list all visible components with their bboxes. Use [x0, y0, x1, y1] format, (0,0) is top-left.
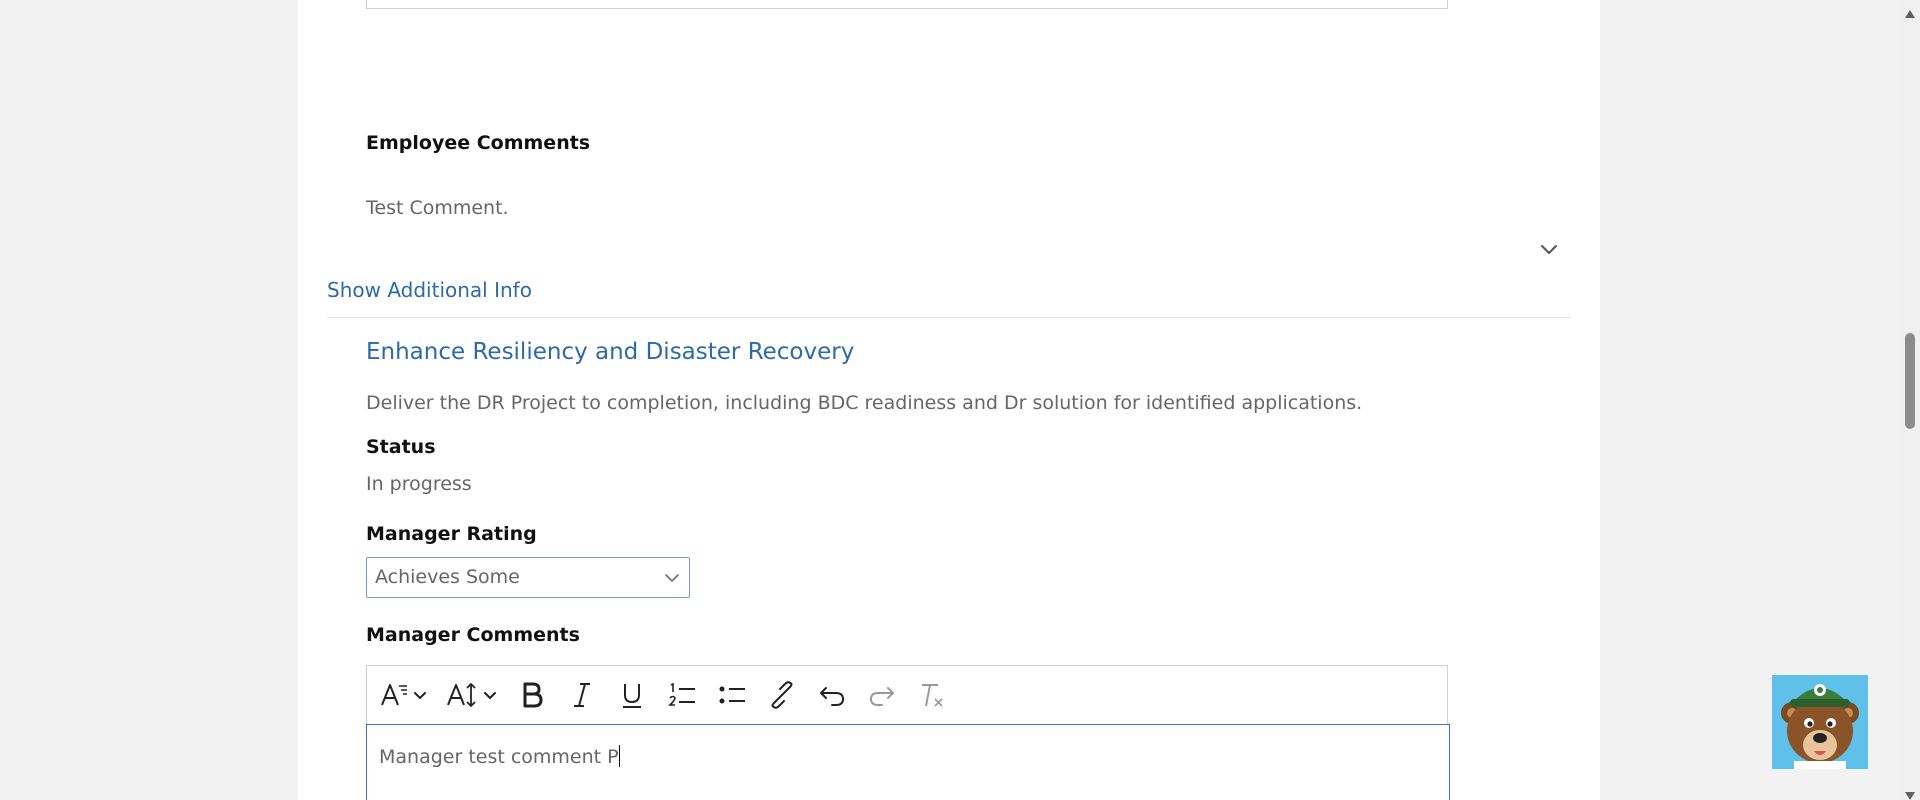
underline-icon [619, 680, 645, 710]
text-caret [618, 745, 620, 767]
employee-comments-label: Employee Comments [366, 132, 591, 154]
font-size-icon [445, 680, 501, 710]
font-style-button[interactable] [377, 675, 433, 715]
redo-icon [867, 680, 897, 710]
bear-mascot-chat-button[interactable] [1772, 675, 1868, 769]
manager-comments-text: Manager test comment P [379, 746, 619, 768]
clear-formatting-button[interactable] [913, 675, 951, 715]
undo-button[interactable] [813, 675, 851, 715]
employee-comments-text: Test Comment. [366, 197, 509, 219]
bold-button[interactable] [513, 675, 551, 715]
clear-formatting-icon [917, 680, 947, 710]
scroll-up-arrow-icon[interactable] [1904, 4, 1916, 18]
bold-icon [519, 680, 545, 710]
italic-button[interactable] [563, 675, 601, 715]
font-style-icon [379, 680, 431, 710]
show-additional-info-link[interactable]: Show Additional Info [327, 278, 532, 302]
link-button[interactable] [763, 675, 801, 715]
manager-rating-value: Achieves Some [375, 566, 520, 588]
undo-icon [817, 680, 847, 710]
italic-icon [569, 680, 595, 710]
bullet-list-button[interactable] [713, 675, 751, 715]
font-size-button[interactable] [445, 675, 501, 715]
link-icon [767, 680, 797, 710]
goal-title-link[interactable]: Enhance Resiliency and Disaster Recovery [366, 339, 854, 365]
manager-comments-label: Manager Comments [366, 624, 580, 646]
status-label: Status [366, 436, 436, 458]
numbered-list-button[interactable] [663, 675, 701, 715]
scroll-down-arrow-icon[interactable] [1904, 786, 1916, 800]
main-content: Employee Comments Test Comment. Show Add… [298, 0, 1600, 800]
status-value: In progress [366, 473, 472, 495]
editor-toolbar [367, 666, 1447, 724]
manager-rating-select[interactable]: Achieves Some [366, 557, 690, 598]
manager-comments-editor: Manager test comment P [366, 665, 1450, 800]
vertical-scrollbar[interactable] [1900, 0, 1920, 800]
chevron-down-icon [663, 569, 681, 587]
manager-rating-label: Manager Rating [366, 523, 537, 545]
underline-button[interactable] [613, 675, 651, 715]
scrollbar-thumb[interactable] [1905, 333, 1915, 429]
collapse-chevron-icon[interactable] [1538, 238, 1560, 260]
bullet-list-icon [717, 680, 747, 710]
goal-description: Deliver the DR Project to completion, in… [366, 392, 1363, 414]
manager-comments-textarea[interactable]: Manager test comment P [366, 724, 1450, 800]
redo-button[interactable] [863, 675, 901, 715]
section-divider [327, 317, 1571, 318]
previous-field-box [366, 0, 1448, 9]
numbered-list-icon [667, 680, 697, 710]
